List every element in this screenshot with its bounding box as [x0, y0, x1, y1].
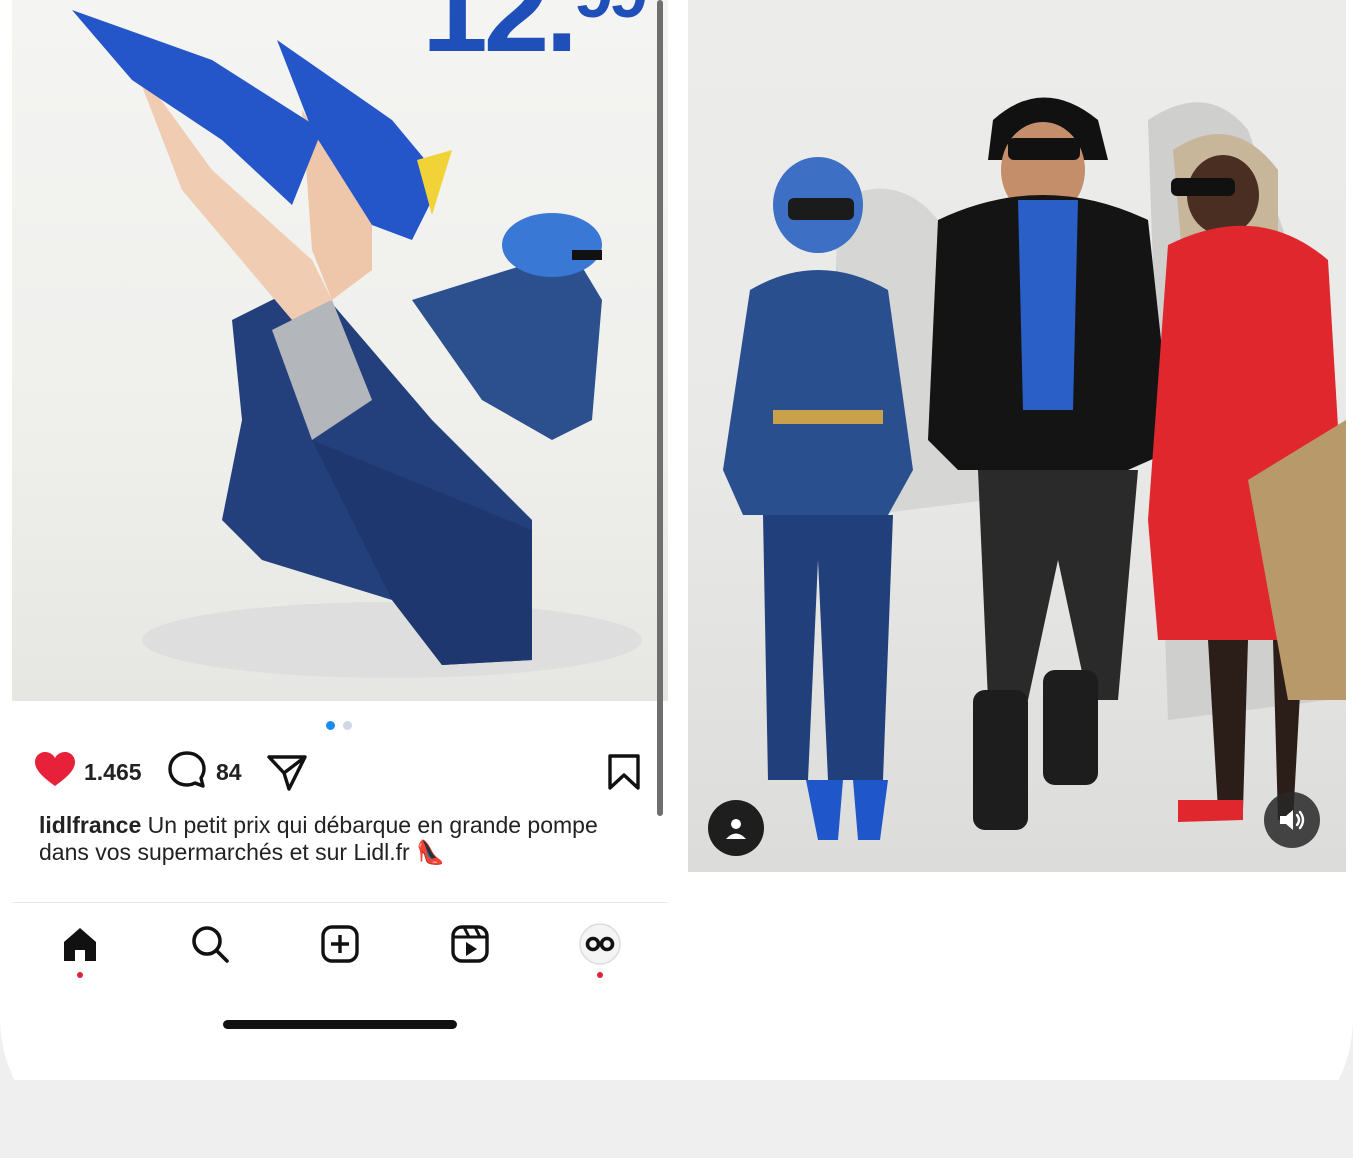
comment-count[interactable]: 84 [216, 759, 242, 786]
post-photo-illustration [72, 10, 642, 678]
search-icon[interactable] [188, 922, 232, 966]
home-icon[interactable] [58, 922, 102, 966]
comment-icon[interactable] [167, 750, 207, 795]
reel-profile-button[interactable] [708, 800, 764, 856]
bookmark-icon[interactable] [607, 751, 641, 793]
reel-video[interactable] [688, 0, 1346, 872]
comment-group: 84 [167, 750, 242, 795]
background [0, 1080, 1353, 1158]
add-post-icon[interactable] [318, 922, 362, 966]
post-caption: lidlfrance Un petit prix qui débarque en… [39, 812, 649, 866]
nav-divider [12, 902, 668, 903]
reel-photo-illustration [723, 97, 1346, 840]
heart-icon[interactable] [35, 751, 75, 793]
like-group: 1.465 [35, 751, 142, 793]
like-count[interactable]: 1.465 [84, 759, 142, 786]
caption-emoji: 👠 [416, 839, 445, 865]
carousel-indicator [326, 721, 352, 730]
profile-avatar-icon[interactable] [578, 922, 622, 966]
scrollbar[interactable] [657, 0, 663, 816]
reels-icon[interactable] [448, 922, 492, 966]
profile-notification-dot [597, 972, 603, 978]
carousel-dot [343, 721, 352, 730]
share-icon[interactable] [267, 751, 307, 793]
sound-icon[interactable] [1264, 792, 1320, 848]
home-notification-dot [77, 972, 83, 978]
caption-username[interactable]: lidlfrance [39, 812, 141, 838]
post-actions: 1.465 84 [35, 750, 645, 795]
carousel-dot-active [326, 721, 335, 730]
post-image[interactable]: 12.99 [12, 0, 668, 701]
home-indicator[interactable] [223, 1020, 457, 1029]
